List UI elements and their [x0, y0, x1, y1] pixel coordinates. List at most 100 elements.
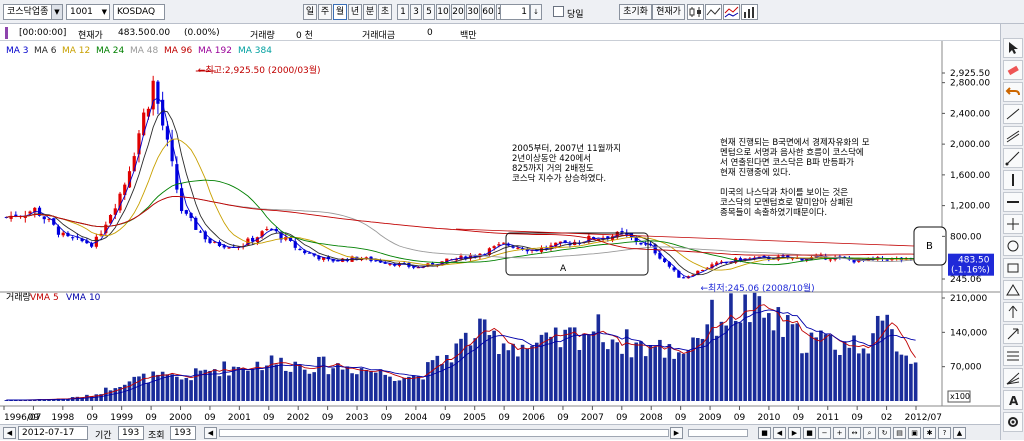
period-button-5[interactable]: 분 — [363, 4, 377, 20]
volume-bar — [511, 343, 515, 401]
view-input[interactable]: 193 — [170, 426, 196, 440]
bar-chart-icon[interactable] — [741, 4, 758, 20]
period-button-4[interactable]: 년 — [348, 4, 362, 20]
vertical-line-tool[interactable] — [1003, 170, 1023, 190]
interval-button-5[interactable]: 5 — [423, 4, 435, 20]
index-category-select[interactable]: 코스닥업종 ▼ — [3, 4, 63, 20]
index-name-field: KOSDAQ — [113, 4, 165, 20]
undo-icon[interactable] — [1003, 82, 1023, 102]
expand-icon[interactable]: ▲ — [953, 427, 966, 439]
interval-button-60[interactable]: 60 — [481, 4, 495, 20]
reset-button[interactable]: 초기화 — [619, 4, 652, 20]
text-tool[interactable]: A — [1003, 390, 1023, 410]
zoom-slider[interactable] — [688, 429, 748, 437]
candle-body — [71, 237, 75, 239]
cursor-tool[interactable] — [1003, 38, 1023, 58]
circle-tool[interactable] — [1003, 236, 1023, 256]
time-tick-label: 09 — [87, 413, 99, 423]
volume-bar — [340, 369, 345, 401]
svg-text:A: A — [1009, 394, 1019, 408]
print-icon[interactable]: ▤ — [893, 427, 906, 439]
first-page-icon[interactable]: ■ — [758, 427, 771, 439]
code-dropdown-icon[interactable]: ▼ — [102, 5, 107, 19]
rectangle-tool[interactable] — [1003, 258, 1023, 278]
scroll-right-icon[interactable]: ▶ — [670, 427, 683, 439]
zoom-in-icon[interactable]: + — [833, 427, 846, 439]
date-field[interactable]: 2012-07-17 — [18, 426, 88, 440]
channel-line-tool[interactable] — [1003, 126, 1023, 146]
volume-bar — [179, 379, 184, 401]
interval-button-10[interactable]: 10 — [436, 4, 450, 20]
volume-legend: 거래량 VMA 5 VMA 10 — [6, 291, 101, 303]
interval-button-20[interactable]: 20 — [451, 4, 465, 20]
triangle-tool[interactable] — [1003, 280, 1023, 300]
view-label: 조회 — [148, 431, 165, 441]
horizontal-scrollbar[interactable] — [219, 429, 669, 437]
interval-button-1[interactable]: 1 — [397, 4, 409, 20]
volume-bar — [463, 332, 468, 401]
chart-area[interactable]: MA 3 MA 6 MA 12 MA 24 MA 48 MA 96 MA 192 MA 384… — [0, 41, 1000, 424]
spinner-down-icon[interactable]: ↓ — [530, 4, 542, 20]
volume-bar — [321, 356, 326, 401]
candle-body — [298, 248, 302, 251]
period-button-1[interactable]: 일 — [303, 4, 317, 20]
period-button-6[interactable]: 초 — [378, 4, 392, 20]
save-icon[interactable]: ▣ — [908, 427, 921, 439]
volume-bar — [397, 380, 402, 401]
ray-line-tool[interactable] — [1003, 148, 1023, 168]
volume-bar — [861, 348, 866, 401]
last-page-icon[interactable]: ■ — [803, 427, 816, 439]
price-tick-label: 2,000.00 — [950, 140, 990, 150]
info-volume: 0 천 — [296, 31, 313, 41]
scroll-left-icon[interactable]: ◀ — [204, 427, 217, 439]
line-chart-icon[interactable] — [705, 4, 722, 20]
volume-bar — [444, 355, 449, 401]
volume-bar — [274, 364, 279, 401]
settings-small-icon[interactable]: ✱ — [923, 427, 936, 439]
ma-legend-item-8: MA 384 — [238, 46, 272, 56]
vol-legend-item-1: 거래량 — [6, 291, 31, 303]
search-icon[interactable]: ⌕ — [863, 427, 876, 439]
volume-bar — [823, 334, 828, 401]
period-value: 193 — [122, 428, 140, 438]
arrow-up-tool[interactable] — [1003, 302, 1023, 322]
volume-bar — [146, 382, 151, 401]
candle-body — [620, 230, 624, 233]
date-value: 2012-07-17 — [22, 428, 75, 438]
volume-bar — [165, 374, 170, 401]
eraser-tool[interactable] — [1003, 60, 1023, 80]
today-checkbox[interactable] — [553, 6, 564, 17]
refresh-icon[interactable]: ↻ — [878, 427, 891, 439]
fan-line-tool[interactable] — [1003, 368, 1023, 388]
zoom-out-icon[interactable]: − — [818, 427, 831, 439]
fibonacci-tool[interactable] — [1003, 346, 1023, 366]
cross-line-tool[interactable] — [1003, 214, 1023, 234]
next-page-icon[interactable]: ▶ — [788, 427, 801, 439]
fit-icon[interactable]: ↔ — [848, 427, 861, 439]
help-icon[interactable]: ? — [938, 427, 951, 439]
candle-chart-icon[interactable] — [687, 4, 704, 20]
prev-page-icon[interactable]: ◀ — [773, 427, 786, 439]
volume-bar — [175, 376, 179, 401]
horizontal-line-tool[interactable] — [1003, 192, 1023, 212]
volume-bar — [421, 379, 425, 401]
volume-bar — [265, 365, 269, 401]
compare-chart-icon[interactable] — [723, 4, 740, 20]
interval-button-30[interactable]: 30 — [466, 4, 480, 20]
chevron-down-icon[interactable]: ▼ — [51, 5, 62, 19]
period-button-3[interactable]: 월 — [333, 4, 347, 20]
volume-bar — [624, 329, 629, 401]
interval-spinner[interactable]: 1 — [500, 4, 530, 20]
gear-icon[interactable] — [1003, 412, 1023, 432]
index-code-input[interactable]: 1001 ▼ — [66, 4, 110, 20]
arrow-diagonal-tool[interactable] — [1003, 324, 1023, 344]
volume-bar — [293, 361, 298, 401]
period-button-2[interactable]: 주 — [318, 4, 332, 20]
volume-bar — [336, 363, 340, 401]
trend-line-tool[interactable] — [1003, 104, 1023, 124]
time-tick-label: 2002 — [287, 413, 310, 423]
prev-date-icon[interactable]: ◀ — [3, 427, 16, 439]
period-input[interactable]: 193 — [118, 426, 144, 440]
interval-button-3[interactable]: 3 — [410, 4, 422, 20]
current-price-button[interactable]: 현재가 — [652, 4, 685, 20]
